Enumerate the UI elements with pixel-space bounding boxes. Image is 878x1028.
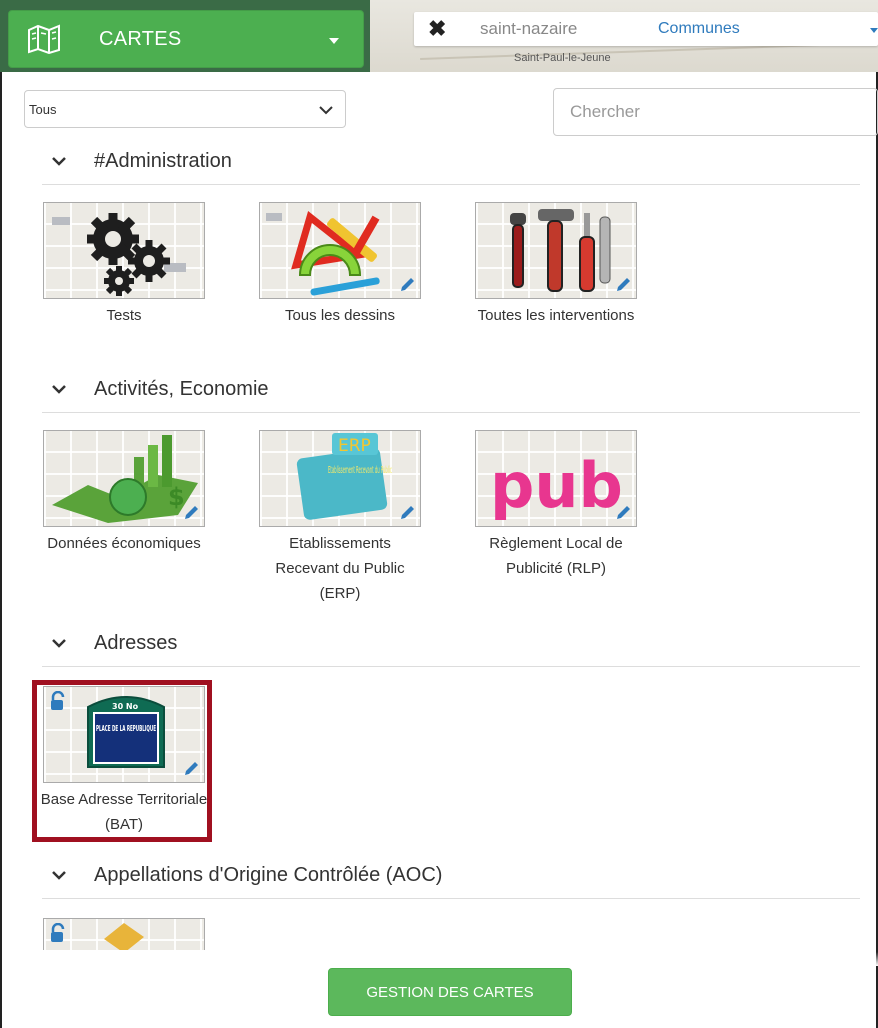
map-card-label: Règlement Local de Publicité (RLP) (489, 535, 623, 577)
map-card-aoc[interactable] (40, 918, 208, 950)
caret-down-icon (870, 28, 878, 33)
close-icon[interactable]: ✖ (428, 16, 450, 42)
cartes-menu-button[interactable]: CARTES (8, 10, 364, 68)
map-thumbnail (475, 202, 637, 299)
map-card-base-adresse-territoriale[interactable]: 30 No PLACE DE LA REPUBLIQUE Base Adress… (40, 686, 208, 837)
section-activites-economie: Activités, Economie (42, 374, 860, 413)
map-card-toutes-les-interventions[interactable]: Toutes les interventions (472, 202, 640, 328)
map-card-tests[interactable]: Tests (40, 202, 208, 328)
section-header[interactable]: #Administration (42, 146, 860, 176)
caret-down-icon (329, 38, 339, 44)
gears-icon (87, 213, 170, 296)
map-card-label: Etablissements Recevant du Public (ERP) (275, 535, 405, 602)
category-filter-select[interactable]: Tous (24, 90, 346, 128)
tools-icon (510, 209, 611, 292)
svg-text:pub: pub (490, 449, 623, 521)
map-card-label: Toutes les interventions (477, 307, 635, 324)
map-thumbnail (259, 202, 421, 299)
category-filter-value: Tous (29, 101, 57, 117)
search-scope-select[interactable]: Communes (658, 20, 740, 38)
map-card-rlp[interactable]: pub Règlement Local de Publicité (RLP) (472, 430, 640, 581)
chevron-down-icon (319, 102, 333, 118)
section-header[interactable]: Adresses (42, 628, 860, 658)
chevron-down-icon (52, 385, 66, 394)
cartes-label: CARTES (99, 27, 182, 50)
map-book-icon (27, 24, 61, 54)
chevron-down-icon (52, 157, 66, 166)
map-thumbnail: 30 No PLACE DE LA REPUBLIQUE (43, 686, 205, 783)
commune-search-bar[interactable]: ✖ saint-nazaire Communes (414, 12, 878, 46)
edit-pencil-icon (401, 278, 414, 291)
map-thumbnail: ERP Etablissement Recevant du Public (259, 430, 421, 527)
map-thumbnail: pub (475, 430, 637, 527)
edit-pencil-icon (185, 762, 198, 775)
gestion-des-cartes-button[interactable]: GESTION DES CARTES (328, 968, 572, 1016)
map-card-donnees-economiques[interactable]: $ Données économiques (40, 430, 208, 556)
section-title: #Administration (94, 149, 232, 172)
section-title: Appellations d'Origine Contrôlée (AOC) (94, 863, 443, 886)
divider (42, 666, 860, 667)
map-card-erp[interactable]: ERP Etablissement Recevant du Public Eta… (256, 430, 424, 606)
edit-pencil-icon (617, 506, 630, 519)
section-title: Activités, Economie (94, 377, 269, 400)
erp-subtext: Etablissement Recevant du Public (328, 465, 392, 476)
divider (42, 184, 860, 185)
aoc-icon (104, 923, 144, 950)
map-card-label: Tests (106, 307, 142, 324)
section-header[interactable]: Activités, Economie (42, 374, 860, 404)
chevron-down-icon (52, 639, 66, 648)
section-title: Adresses (94, 631, 178, 654)
map-card-tous-les-dessins[interactable]: Tous les dessins (256, 202, 424, 328)
section-adresses: Adresses (42, 628, 860, 667)
map-card-label: Tous les dessins (284, 307, 396, 324)
edit-pencil-icon (401, 506, 414, 519)
map-card-label: Base Adresse Territoriale (BAT) (40, 791, 208, 833)
economy-icon: $ (52, 435, 198, 523)
map-place-label: Saint-Paul-le-Jeune (514, 52, 611, 64)
pub-icon: pub (490, 449, 623, 521)
chevron-down-icon (52, 871, 66, 880)
map-thumbnail (43, 202, 205, 299)
commune-search-input[interactable]: saint-nazaire (480, 19, 632, 39)
erp-icon: ERP Etablissement Recevant du Public (296, 433, 392, 520)
map-thumbnail: $ (43, 430, 205, 527)
section-aoc: Appellations d'Origine Contrôlée (AOC) (42, 860, 860, 899)
section-administration: #Administration (42, 146, 860, 185)
street-sign-icon: 30 No PLACE DE LA REPUBLIQUE (87, 696, 165, 768)
maps-panel: Tous Chercher #Administration Tests Tous… (0, 72, 878, 1028)
map-search-input[interactable]: Chercher (553, 88, 878, 136)
sign-number: 30 No (112, 702, 139, 711)
divider (42, 898, 860, 899)
edit-pencil-icon (185, 506, 198, 519)
unlock-icon (51, 923, 65, 942)
scroll-fade (4, 952, 878, 966)
section-header[interactable]: Appellations d'Origine Contrôlée (AOC) (42, 860, 860, 890)
svg-text:ERP: ERP (338, 436, 371, 456)
unlock-icon (51, 691, 65, 710)
edit-pencil-icon (617, 278, 630, 291)
sign-text: PLACE DE LA REPUBLIQUE (96, 724, 156, 733)
map-card-label: Données économiques (47, 535, 201, 552)
divider (42, 412, 860, 413)
map-thumbnail (43, 918, 205, 950)
